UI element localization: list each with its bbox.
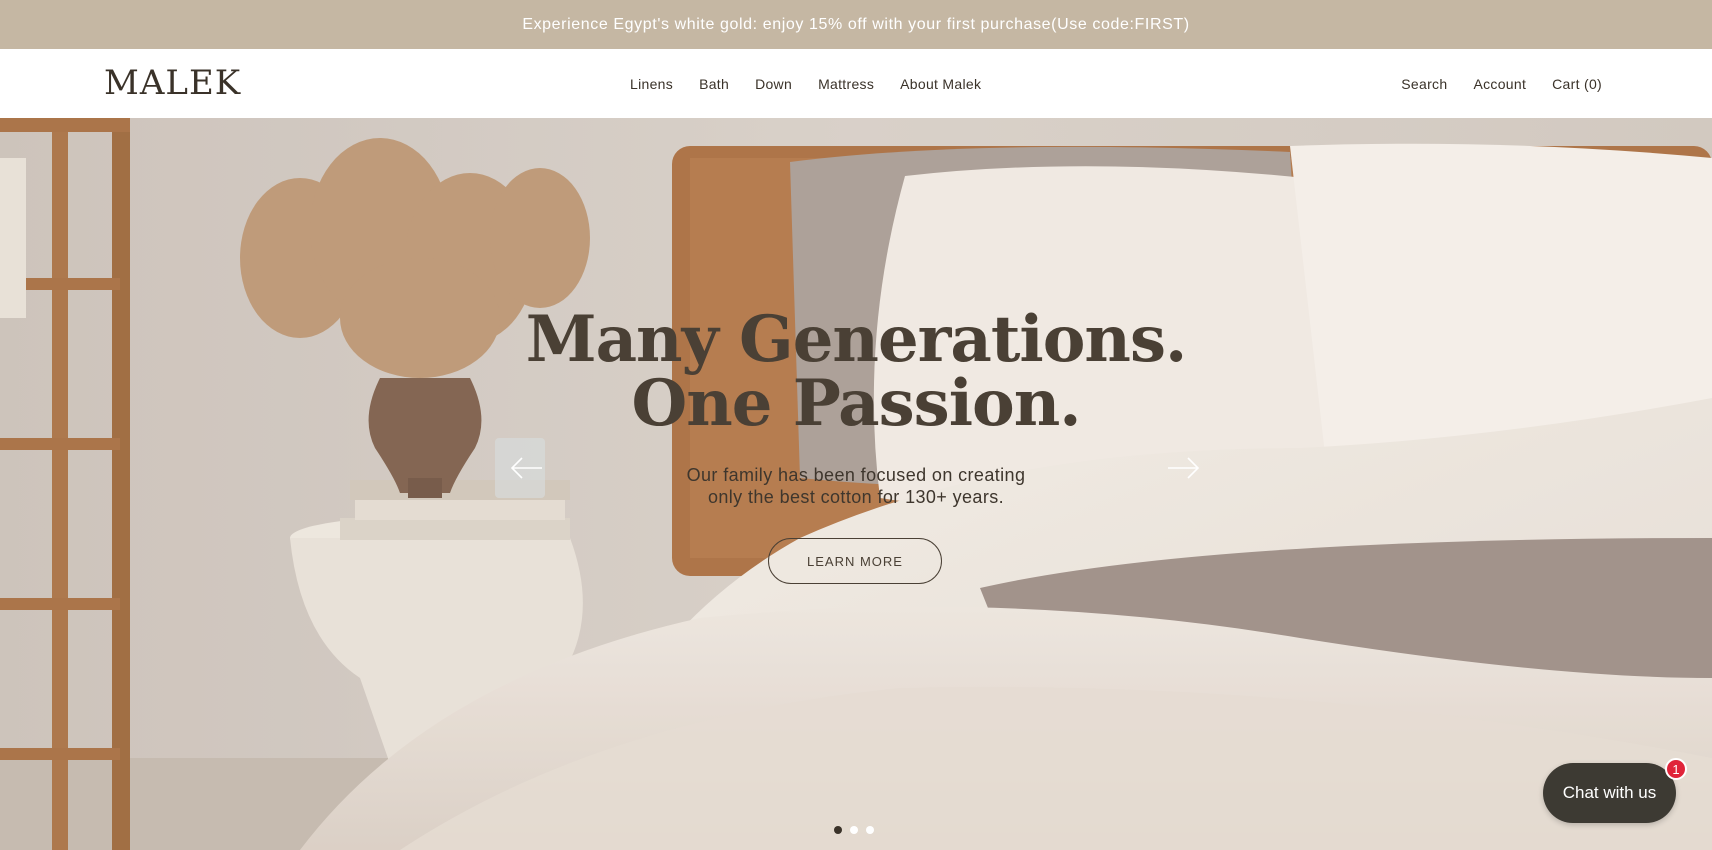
chat-button[interactable]: Chat with us [1543,763,1676,823]
slide-dots [834,826,874,834]
nav-item-linens[interactable]: Linens [630,76,673,92]
site-header: MALEK Linens Bath Down Mattress About Ma… [0,49,1712,118]
announcement-bar: Experience Egypt's white gold: enjoy 15%… [0,0,1712,49]
main-nav: Linens Bath Down Mattress About Malek [630,49,981,118]
hero-subtitle-line2: only the best cotton for 130+ years. [707,487,1005,507]
learn-more-button[interactable]: LEARN MORE [768,538,942,584]
utility-nav: Search Account Cart (0) [1401,49,1602,118]
announcement-text: Experience Egypt's white gold: enjoy 15%… [522,15,1190,33]
nav-item-about[interactable]: About Malek [900,76,981,92]
slide-dot[interactable] [850,826,858,834]
hero-subtitle-line1: Our family has been focused on creating [686,465,1026,485]
account-link[interactable]: Account [1473,76,1526,92]
slide-dot[interactable] [866,826,874,834]
hero-title: Many Generations. One Passion. [0,308,1712,436]
hero-subtitle: Our family has been focused on creating … [0,464,1712,508]
logo[interactable]: MALEK [104,63,241,103]
nav-item-down[interactable]: Down [755,76,792,92]
hero-title-line1: Many Generations. [525,302,1188,377]
nav-item-mattress[interactable]: Mattress [818,76,874,92]
next-slide-arrow-icon[interactable] [1166,456,1200,480]
prev-slide-arrow-icon[interactable] [510,456,544,480]
chat-notification-badge: 1 [1665,758,1687,780]
hero-title-line2: One Passion. [631,366,1081,441]
hero-slider: Many Generations. One Passion. Our famil… [0,118,1712,850]
cart-link[interactable]: Cart (0) [1552,76,1602,92]
nav-item-bath[interactable]: Bath [699,76,729,92]
slide-dot[interactable] [834,826,842,834]
search-link[interactable]: Search [1401,76,1447,92]
